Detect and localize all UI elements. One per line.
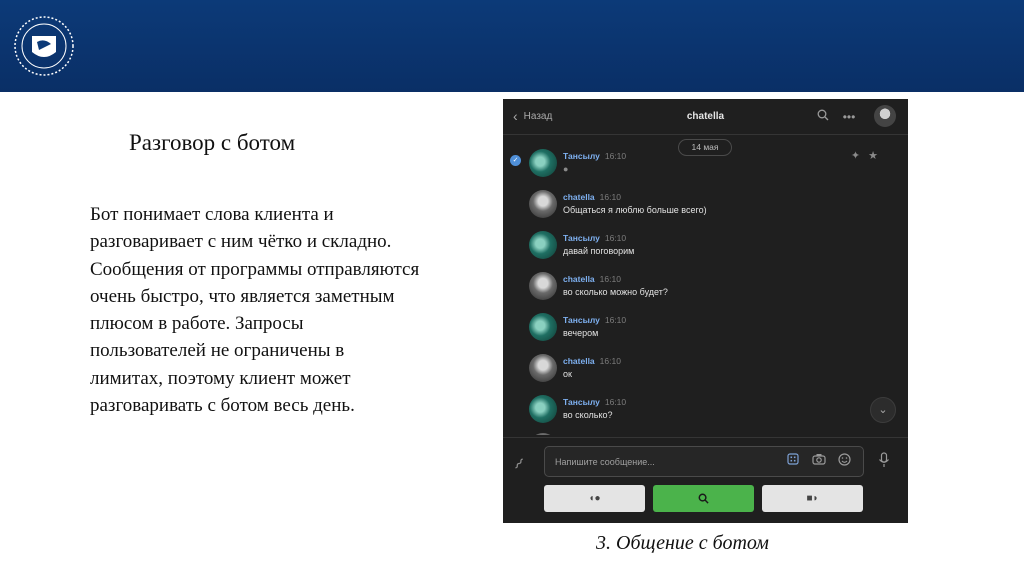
message-time: 16:10 [599,356,621,366]
message-item[interactable]: Тансылу 16:10 давай поговорим [529,231,859,265]
read-check-icon: ✓ [510,155,521,166]
chevron-down-icon: ⌄ [878,404,888,416]
message-time: 16:10 [604,397,627,407]
bot-search-button[interactable] [653,485,754,512]
message-item[interactable]: Тансылу 16:10 вечером [529,313,859,347]
slide-title: Разговор с ботом [129,130,296,155]
avatar[interactable] [529,149,557,177]
chat-screenshot: ‹ Назад chatella ••• 14 мая ✓ ✦ ★ Тансыл… [503,99,908,523]
message-composer: ⌇ ◖● ■◗ [503,437,908,523]
voice-icon: ◖● [588,493,601,504]
message-author[interactable]: Тансылу [563,151,600,161]
search-icon [698,493,709,504]
message-text: во сколько? [563,410,613,420]
keyboard-grid-icon[interactable] [785,453,801,469]
slide-body-text: Бот понимает слова клиента и разговарива… [90,204,420,417]
camera-icon[interactable] [811,453,827,469]
message-time: 16:10 [599,274,621,284]
avatar[interactable] [529,190,557,218]
message-text: Общаться я люблю больше всего) [563,205,707,215]
header-avatar[interactable] [874,105,896,127]
more-icon[interactable]: ••• [841,109,857,125]
bot-camera-button[interactable]: ■◗ [762,485,863,512]
message-author[interactable]: Тансылу [563,233,600,243]
avatar[interactable] [529,231,557,259]
microphone-icon[interactable] [876,452,892,470]
scroll-down-button[interactable]: ⌄ [870,397,896,423]
camera-icon: ■◗ [806,493,819,504]
message-author[interactable]: Тансылу [563,315,600,325]
message-item[interactable]: Тансылу 16:10 во сколько? [529,395,859,429]
emoji-icon[interactable] [836,453,852,469]
message-text: во сколько можно будет? [563,287,668,297]
message-list[interactable]: 14 мая ✓ ✦ ★ Тансылу 16:10 ● chatella 16:1… [503,135,908,435]
message-time: 16:10 [604,151,627,161]
avatar[interactable] [529,272,557,300]
back-label: Назад [523,110,553,122]
message-item-partial [529,433,859,435]
figure-caption: 3. Общение с ботом [596,532,769,554]
chat-header: ‹ Назад chatella ••• [503,99,908,135]
avatar[interactable] [529,354,557,382]
avatar [529,433,557,435]
back-button[interactable]: ‹ Назад [513,109,552,123]
message-author[interactable]: Тансылу [563,397,600,407]
message-item[interactable]: chatella 16:10 во сколько можно будет? [529,272,859,306]
university-logo-icon [14,16,74,76]
header-bar [0,0,1024,92]
bot-voice-button[interactable]: ◖● [544,485,645,512]
star-icon[interactable]: ★ [868,149,878,162]
message-author[interactable]: chatella [563,192,595,202]
search-icon[interactable] [815,109,831,125]
message-time: 16:10 [604,315,627,325]
message-author[interactable]: chatella [563,274,595,284]
message-text: вечером [563,328,599,338]
avatar[interactable] [529,313,557,341]
message-item[interactable]: Тансылу 16:10 ● [529,149,859,183]
message-author[interactable]: chatella [563,356,595,366]
paperclip-icon[interactable]: ⌇ [510,455,527,474]
message-item[interactable]: chatella 16:10 Общаться я люблю больше вс… [529,190,859,224]
message-time: 16:10 [599,192,621,202]
message-time: 16:10 [604,233,627,243]
avatar[interactable] [529,395,557,423]
message-text: давай поговорим [563,246,635,256]
chevron-left-icon: ‹ [513,108,518,124]
message-item[interactable]: chatella 16:10 ок [529,354,859,388]
message-text: ок [563,369,572,379]
voice-message-icon: ● [563,164,569,174]
